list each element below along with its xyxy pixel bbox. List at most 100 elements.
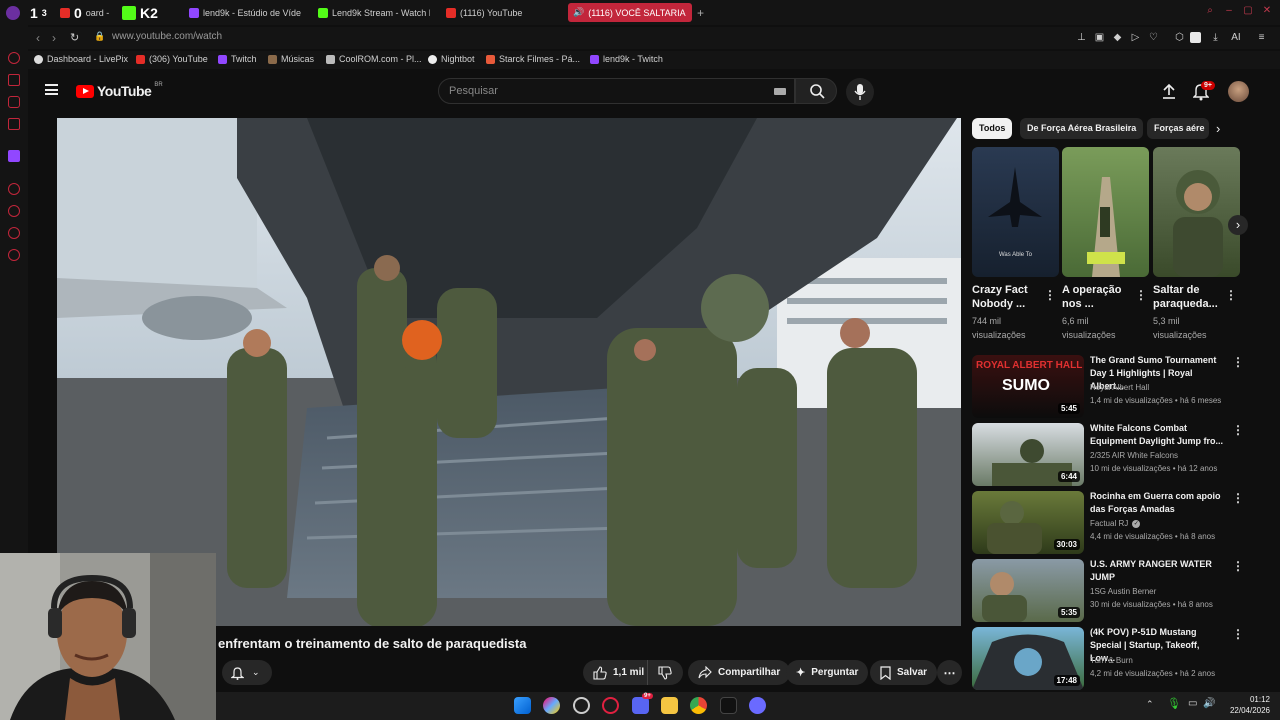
bookmark-item[interactable]: Twitch (218, 54, 257, 64)
ai-button[interactable]: AI (1226, 32, 1246, 43)
new-tab-button[interactable]: + (697, 3, 704, 22)
video-thumbnail[interactable]: 17:48 (972, 627, 1084, 690)
chip-all[interactable]: Todos (972, 118, 1013, 139)
sidebar-twitch-icon[interactable] (8, 150, 20, 162)
bookmark-item[interactable]: Dashboard - LivePix (34, 54, 128, 64)
tab-5[interactable]: Lend9k Stream - Watch L (318, 3, 430, 22)
avatar[interactable] (1228, 81, 1249, 102)
download-icon[interactable]: ⤓ (1210, 32, 1221, 43)
menu-icon[interactable]: ≡ (1256, 32, 1267, 43)
subscribe-bell-button[interactable]: ⌄ (222, 660, 272, 685)
bookmark-item[interactable]: Nightbot (428, 54, 475, 64)
pin-icon[interactable]: ⊥ (1076, 32, 1087, 43)
start-windows-icon[interactable] (514, 697, 531, 714)
shield-icon[interactable]: ◆ (1112, 32, 1123, 43)
chrome-icon[interactable] (690, 697, 707, 714)
sidebar-settings-icon[interactable] (8, 249, 20, 261)
bookmark-item[interactable]: CoolROM.com - Pl... (326, 54, 422, 64)
short-thumbnail[interactable] (1153, 147, 1240, 277)
extension-icon[interactable] (1190, 32, 1201, 43)
sidebar-history-icon[interactable] (8, 205, 20, 217)
file-explorer-icon[interactable] (661, 697, 678, 714)
back-icon[interactable]: ‹ (36, 31, 40, 45)
video-thumbnail[interactable]: 30:03 (972, 491, 1084, 554)
play-icon[interactable]: ▷ (1130, 32, 1141, 43)
more-actions-button[interactable]: ⋯ (937, 660, 962, 685)
tab-2[interactable]: 0 oard - (60, 3, 124, 22)
sidebar-player-icon[interactable] (8, 183, 20, 195)
more-options-icon[interactable]: ⋮ (1232, 356, 1244, 368)
tab-1[interactable]: 13 (30, 3, 47, 22)
clock[interactable]: 01:12 22/04/2026 (1220, 694, 1270, 716)
voice-search-button[interactable] (846, 78, 874, 106)
video-title[interactable]: Rocinha em Guerra com apoio das Forças Am… (1090, 490, 1226, 516)
tab-active[interactable]: 🔊 (1116) VOCÊ SALTARIA (568, 3, 692, 22)
minimize-icon[interactable]: – (1224, 6, 1234, 16)
microphone-tray-icon[interactable]: 🎙 (1167, 697, 1181, 710)
more-options-icon[interactable]: ⋮ (1232, 628, 1244, 640)
video-channel[interactable]: Royal Albert Hall (1090, 382, 1240, 394)
video-thumbnail[interactable]: 6:44 (972, 423, 1084, 486)
video-player[interactable] (57, 118, 961, 626)
bookmark-item[interactable]: Starck Filmes - Pá... (486, 54, 580, 64)
more-options-icon[interactable]: ⋮ (1232, 492, 1244, 504)
sidebar-messenger-icon[interactable] (8, 96, 20, 108)
search-input[interactable]: Pesquisar (438, 78, 795, 104)
chevron-up-icon[interactable]: ⌃ (1146, 699, 1154, 710)
heart-icon[interactable]: ♡ (1148, 32, 1159, 43)
video-thumbnail[interactable]: 5:35 (972, 559, 1084, 622)
like-button[interactable]: 1,1 mil (583, 660, 653, 685)
keyboard-icon[interactable] (774, 88, 786, 95)
upload-icon[interactable] (1162, 83, 1176, 99)
forward-icon[interactable]: › (52, 31, 56, 45)
url-field[interactable]: www.youtube.com/watch (112, 31, 222, 42)
dislike-button[interactable] (647, 660, 683, 685)
terminal-icon[interactable] (720, 697, 737, 714)
more-options-icon[interactable]: ⋮ (1135, 289, 1147, 301)
shorts-next-button[interactable]: › (1228, 215, 1248, 235)
save-button[interactable]: Salvar (870, 660, 938, 685)
sidebar-extensions-icon[interactable] (8, 227, 20, 239)
sidebar-instagram-icon[interactable] (8, 118, 20, 130)
extensions-icon[interactable]: ⬡ (1174, 32, 1185, 43)
sidebar-aria-icon[interactable] (8, 52, 20, 64)
volume-icon[interactable]: 🔊 (1203, 698, 1215, 709)
close-icon[interactable]: ✕ (1262, 6, 1272, 16)
maximize-icon[interactable]: ▢ (1243, 6, 1253, 16)
tab-6[interactable]: (1116) YouTube (446, 3, 558, 22)
bookmark-item[interactable]: lend9k - Twitch (590, 54, 663, 64)
short-title[interactable]: Saltar de paraqueda... (1153, 283, 1233, 311)
reload-icon[interactable]: ↻ (70, 31, 79, 44)
discord-icon[interactable] (632, 697, 649, 714)
more-options-icon[interactable]: ⋮ (1232, 424, 1244, 436)
chip-forcas[interactable]: Forças aére (1147, 118, 1209, 139)
video-channel[interactable]: 1SG Austin Berner (1090, 586, 1240, 598)
ask-button[interactable]: ✦ Perguntar (786, 660, 869, 685)
chip-fab[interactable]: De Força Aérea Brasileira (1020, 118, 1144, 139)
tab-3[interactable]: K2 (122, 3, 158, 22)
short-title[interactable]: Crazy Fact Nobody ... (972, 283, 1052, 311)
video-title[interactable]: U.S. ARMY RANGER WATER JUMP (1090, 558, 1226, 584)
copilot-icon[interactable] (543, 697, 560, 714)
video-channel[interactable]: Factual RJ ✓ (1090, 518, 1240, 530)
youtube-logo[interactable]: YouTube BR (76, 82, 163, 99)
steam-icon[interactable] (573, 697, 590, 714)
app-icon[interactable] (749, 697, 766, 714)
short-title[interactable]: A operação nos ... (1062, 283, 1142, 311)
more-options-icon[interactable]: ⋮ (1044, 289, 1056, 301)
chips-next-icon[interactable]: › (1216, 121, 1220, 136)
short-thumbnail[interactable]: Was Able To (972, 147, 1059, 277)
short-thumbnail[interactable] (1062, 147, 1149, 277)
video-title[interactable]: White Falcons Combat Equipment Daylight J… (1090, 422, 1226, 448)
bookmark-item[interactable]: Músicas (268, 54, 314, 64)
bookmark-item[interactable]: (306) YouTube (136, 54, 208, 64)
more-options-icon[interactable]: ⋮ (1225, 289, 1237, 301)
search-tabs-icon[interactable]: ⌕ (1205, 6, 1215, 16)
hamburger-menu-icon[interactable] (45, 84, 58, 95)
search-button[interactable] (795, 78, 837, 104)
opera-menu-icon[interactable] (6, 3, 20, 22)
snapshot-icon[interactable]: ▣ (1094, 32, 1105, 43)
opera-gx-icon[interactable] (602, 697, 619, 714)
more-options-icon[interactable]: ⋮ (1232, 560, 1244, 572)
video-thumbnail[interactable]: ROYAL ALBERT HALL SUMO 5:45 (972, 355, 1084, 418)
